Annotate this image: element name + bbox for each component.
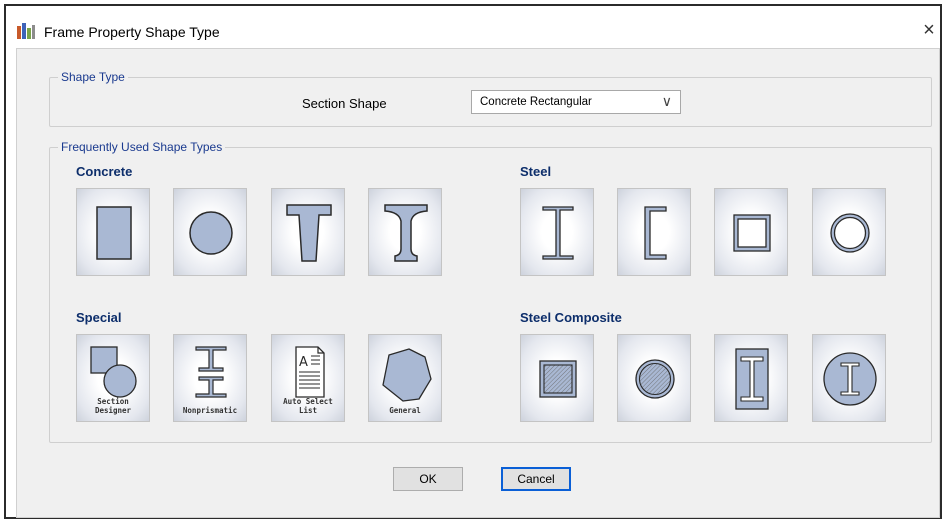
channel-icon xyxy=(644,206,667,260)
chevron-down-icon: ∨ xyxy=(661,93,672,109)
filled-tube-icon xyxy=(539,360,577,398)
tee-icon xyxy=(286,204,332,262)
encased-i-rect-icon xyxy=(735,348,769,410)
encased-i-circle-icon xyxy=(823,352,877,406)
tube-icon xyxy=(733,214,771,252)
concrete-tee-button[interactable] xyxy=(271,188,345,276)
general-section-button[interactable]: General xyxy=(368,334,442,422)
title-bar: Frame Property Shape Type × xyxy=(16,20,940,44)
i-section-icon xyxy=(384,204,428,262)
section-shape-label: Section Shape xyxy=(302,96,387,111)
section-designer-caption: Section Designer xyxy=(94,397,132,415)
auto-select-list-caption: Auto Select List xyxy=(283,397,333,415)
svg-text:A: A xyxy=(299,355,308,370)
filled-tube-button[interactable] xyxy=(520,334,594,422)
filled-pipe-button[interactable] xyxy=(617,334,691,422)
nonprismatic-button[interactable]: Nonprismatic xyxy=(173,334,247,422)
concrete-circular-button[interactable] xyxy=(173,188,247,276)
ok-button[interactable]: OK xyxy=(393,467,463,491)
dialog-body: Shape Type Section Shape Concrete Rectan… xyxy=(16,48,940,518)
frequently-used-label: Frequently Used Shape Types xyxy=(58,140,226,154)
encased-i-circle-button[interactable] xyxy=(812,334,886,422)
concrete-i-section-button[interactable] xyxy=(368,188,442,276)
encased-i-rect-button[interactable] xyxy=(714,334,788,422)
special-heading: Special xyxy=(76,310,122,325)
general-caption: General xyxy=(389,406,421,415)
concrete-heading: Concrete xyxy=(76,164,133,179)
cancel-button[interactable]: Cancel xyxy=(501,467,571,491)
steel-channel-button[interactable] xyxy=(617,188,691,276)
section-designer-button[interactable]: Section Designer xyxy=(76,334,150,422)
shape-type-group: Shape Type Section Shape Concrete Rectan… xyxy=(49,70,932,127)
filled-pipe-icon xyxy=(635,359,675,399)
pipe-icon xyxy=(830,213,870,253)
steel-composite-heading: Steel Composite xyxy=(520,310,622,325)
close-icon[interactable]: × xyxy=(918,20,940,42)
section-shape-dropdown[interactable]: Concrete Rectangular ∨ xyxy=(471,90,681,114)
concrete-rectangular-button[interactable] xyxy=(76,188,150,276)
app-icon xyxy=(16,22,36,40)
section-shape-value: Concrete Rectangular xyxy=(480,96,592,108)
i-beam-icon xyxy=(542,206,574,260)
steel-tube-button[interactable] xyxy=(714,188,788,276)
auto-select-list-button[interactable]: A Auto Select List xyxy=(271,334,345,422)
dialog-window: Frame Property Shape Type × Shape Type S… xyxy=(4,4,942,519)
frequently-used-group: Frequently Used Shape Types Concrete Ste… xyxy=(49,140,932,443)
steel-heading: Steel xyxy=(520,164,552,179)
circular-icon xyxy=(189,211,233,255)
steel-pipe-button[interactable] xyxy=(812,188,886,276)
shape-type-label: Shape Type xyxy=(58,70,128,84)
nonprismatic-caption: Nonprismatic xyxy=(182,406,238,415)
rectangular-icon xyxy=(96,206,132,260)
window-title: Frame Property Shape Type xyxy=(44,24,220,40)
steel-i-beam-button[interactable] xyxy=(520,188,594,276)
